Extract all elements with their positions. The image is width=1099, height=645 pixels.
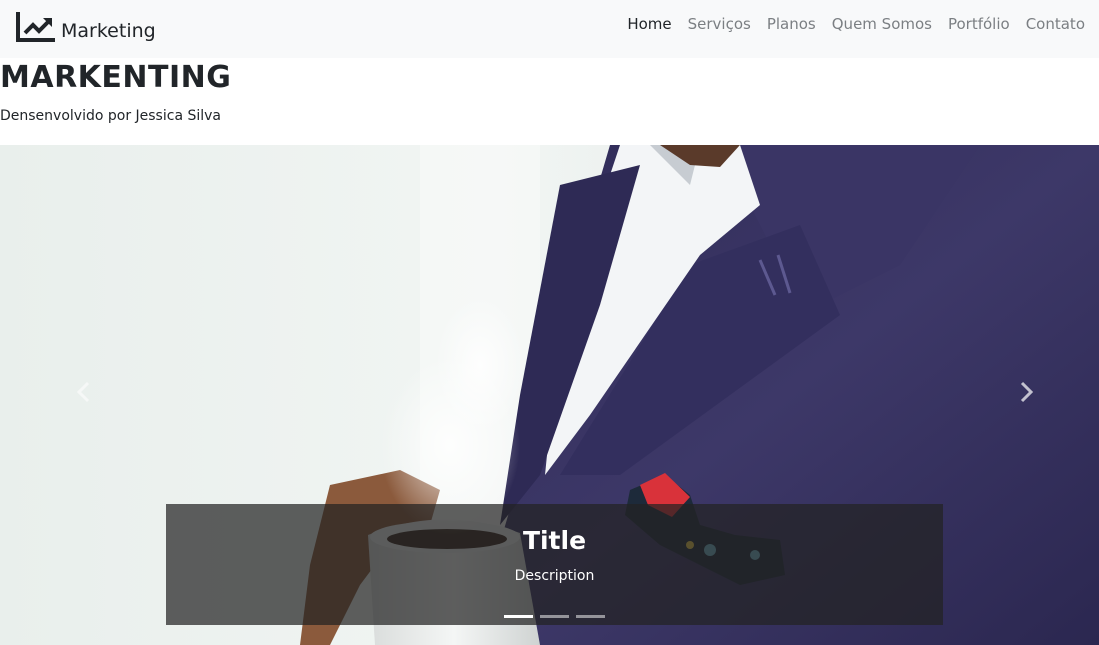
carousel-indicators	[504, 615, 605, 618]
nav-item-planos[interactable]: Planos	[767, 15, 816, 33]
carousel-next-button[interactable]	[1014, 380, 1038, 404]
chevron-right-icon	[1020, 381, 1034, 403]
brand-link[interactable]: Marketing	[15, 8, 156, 48]
nav-item-servicos[interactable]: Serviços	[688, 15, 751, 33]
page-subtitle: Densenvolvido por Jessica Silva	[0, 108, 221, 124]
carousel-caption-description: Description	[514, 568, 595, 584]
carousel-caption-title: Title	[522, 526, 587, 555]
nav-item-portfolio[interactable]: Portfólio	[948, 15, 1010, 33]
brand-label: Marketing	[61, 20, 156, 42]
carousel-indicator-3[interactable]	[576, 615, 605, 618]
carousel-caption: Title Description	[166, 504, 943, 625]
nav-links: Home Serviços Planos Quem Somos Portfóli…	[627, 15, 1085, 33]
nav-item-home[interactable]: Home	[627, 15, 671, 33]
page-title: MARKENTING	[0, 60, 232, 95]
carousel-indicator-1[interactable]	[504, 615, 533, 618]
carousel-indicator-2[interactable]	[540, 615, 569, 618]
carousel: Title Description	[0, 145, 1099, 645]
carousel-prev-button[interactable]	[72, 380, 96, 404]
nav-item-contato[interactable]: Contato	[1026, 15, 1085, 33]
chevron-left-icon	[76, 381, 90, 403]
chart-line-icon	[15, 12, 55, 44]
navbar: Marketing Home Serviços Planos Quem Somo…	[0, 0, 1099, 58]
nav-item-quem-somos[interactable]: Quem Somos	[832, 15, 932, 33]
